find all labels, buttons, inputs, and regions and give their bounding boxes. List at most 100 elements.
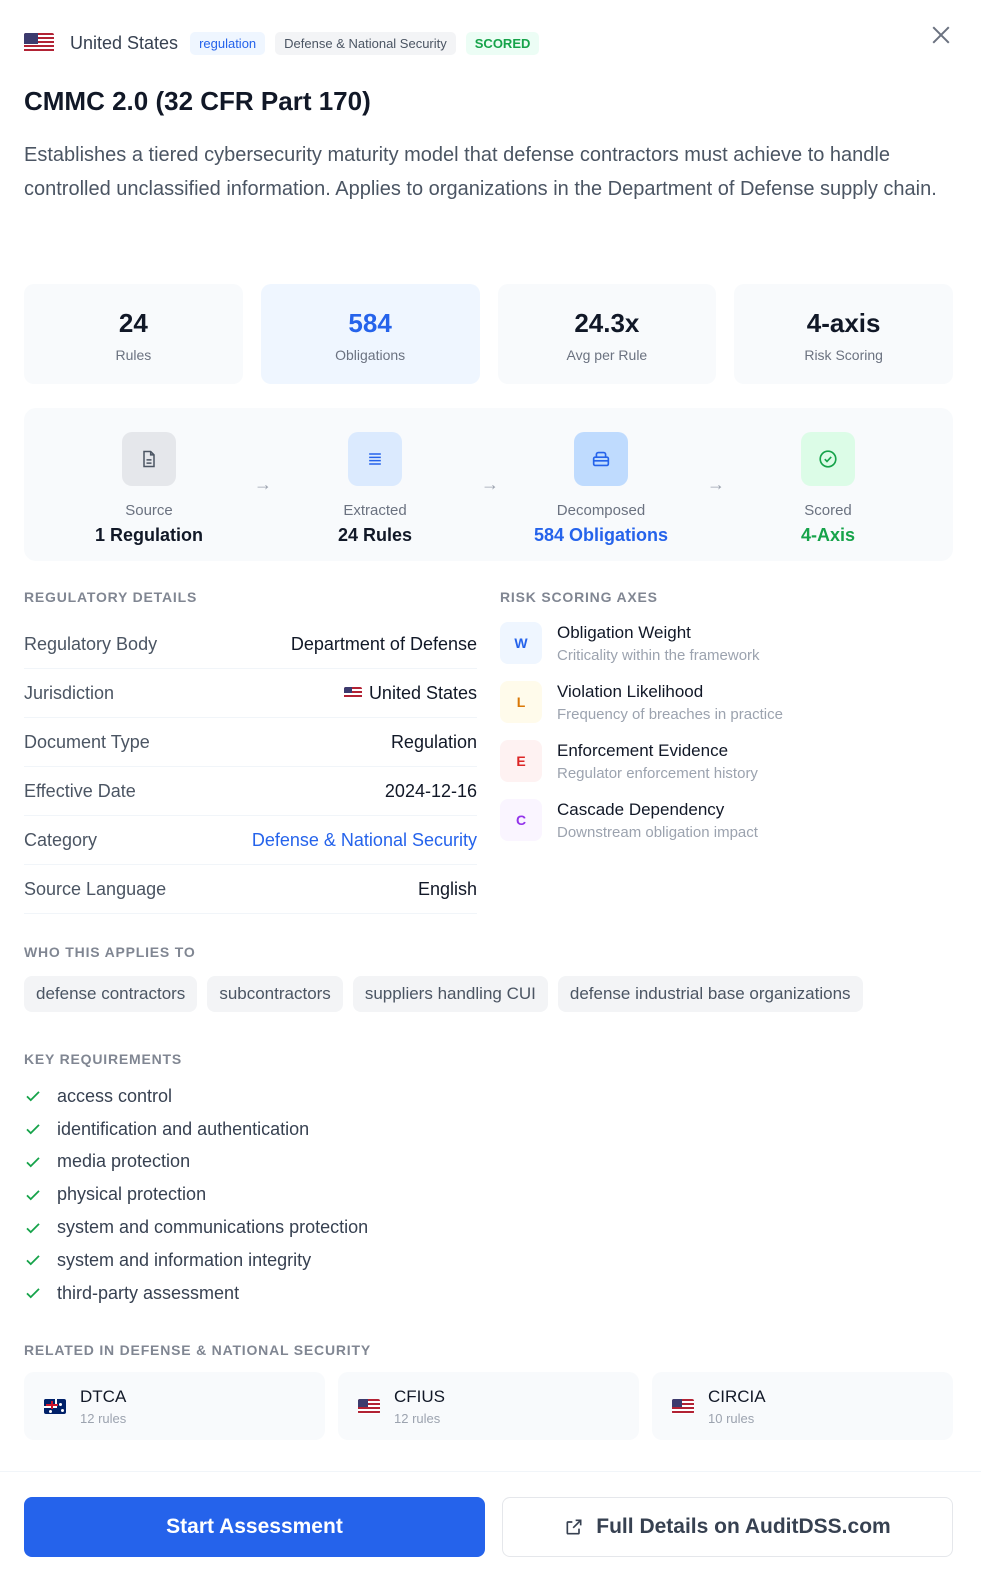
check-circle-icon xyxy=(801,432,855,486)
stats-row: 24 Rules 584 Obligations 24.3x Avg per R… xyxy=(24,284,953,384)
detail-value: 2024-12-16 xyxy=(384,780,477,801)
detail-row: Document Type Regulation xyxy=(24,718,477,767)
related-card-circia[interactable]: CIRCIA 10 rules xyxy=(652,1372,953,1440)
requirement-label: access control xyxy=(57,1085,173,1106)
requirement-label: identification and authentication xyxy=(57,1118,310,1139)
arrow-right-icon: → xyxy=(707,474,725,494)
full-details-button[interactable]: Full Details on AuditDSS.com xyxy=(502,1497,953,1557)
detail-value: Regulation xyxy=(390,731,477,752)
start-assessment-button[interactable]: Start Assessment xyxy=(24,1497,485,1557)
pipeline-step-decomposed: Decomposed 584 Obligations xyxy=(501,432,701,546)
applies-heading: WHO THIS APPLIES TO xyxy=(24,944,196,960)
stat-value: 4-axis xyxy=(806,308,881,338)
list-item: access control xyxy=(24,1080,368,1113)
requirement-label: system and communications protection xyxy=(57,1217,369,1238)
list-item: third-party assessment xyxy=(24,1277,368,1310)
step-value: 584 Obligations xyxy=(533,525,669,545)
stat-card-rules: 24 Rules xyxy=(24,284,243,384)
step-label: Extracted xyxy=(343,502,407,519)
step-label: Decomposed xyxy=(556,502,646,519)
related-list: DTCA 12 rules CFIUS 12 rules CIRCIA 10 r… xyxy=(24,1372,953,1440)
detail-value: United States xyxy=(368,682,477,703)
layers-icon xyxy=(574,432,628,486)
us-flag-icon xyxy=(358,1398,380,1414)
step-label: Scored xyxy=(804,502,852,519)
detail-key: Source Language xyxy=(24,878,167,899)
related-card-cfius[interactable]: CFIUS 12 rules xyxy=(338,1372,639,1440)
axis-badge: L xyxy=(500,681,542,723)
related-card-dtca[interactable]: DTCA 12 rules xyxy=(24,1372,325,1440)
type-tag: regulation xyxy=(190,31,266,55)
risk-axes-list: W Obligation Weight Criticality within t… xyxy=(500,622,940,858)
list-item: media protection xyxy=(24,1146,368,1179)
step-label: Source xyxy=(125,502,173,519)
axis-desc: Frequency of breaches in practice xyxy=(557,706,783,723)
detail-value: English xyxy=(417,878,477,899)
close-icon[interactable] xyxy=(928,22,954,48)
header-bar: United States regulation Defense & Natio… xyxy=(24,28,549,58)
list-item: physical protection xyxy=(24,1178,368,1211)
detail-row: Category Defense & National Security xyxy=(24,816,477,865)
check-icon xyxy=(26,1222,40,1233)
pipeline-step-extracted: Extracted 24 Rules xyxy=(275,432,475,546)
us-flag-icon xyxy=(343,687,362,699)
stat-label: Avg per Rule xyxy=(566,347,648,363)
category-link[interactable]: Defense & National Security xyxy=(252,830,477,851)
category-tag: Defense & National Security xyxy=(275,31,456,55)
stat-value: 584 xyxy=(348,308,392,338)
detail-key: Document Type xyxy=(24,731,150,752)
stat-label: Risk Scoring xyxy=(804,347,883,363)
pipeline-step-source: Source 1 Regulation xyxy=(49,432,249,546)
list-item: identification and authentication xyxy=(24,1113,368,1146)
detail-row: Jurisdiction United States xyxy=(24,669,477,718)
axis-name: Violation Likelihood xyxy=(557,682,704,701)
requirement-label: third-party assessment xyxy=(57,1282,240,1303)
detail-row: Effective Date 2024-12-16 xyxy=(24,767,477,816)
stat-card-risk: 4-axis Risk Scoring xyxy=(734,284,953,384)
check-icon xyxy=(26,1190,40,1201)
detail-key: Regulatory Body xyxy=(24,633,158,654)
related-rules: 10 rules xyxy=(708,1410,755,1426)
requirements-list: access control identification and authen… xyxy=(24,1080,368,1310)
full-details-label: Full Details on AuditDSS.com xyxy=(596,1515,891,1538)
details-heading: REGULATORY DETAILS xyxy=(24,589,198,605)
audience-chip: subcontractors xyxy=(207,976,343,1012)
stat-label: Obligations xyxy=(335,347,406,363)
stat-value: 24.3x xyxy=(574,308,640,338)
applies-chips: defense contractors subcontractors suppl… xyxy=(24,976,863,1012)
axis-name: Obligation Weight xyxy=(557,623,691,642)
related-heading: RELATED IN DEFENSE & NATIONAL SECURITY xyxy=(24,1342,371,1358)
related-name: DTCA xyxy=(80,1386,127,1406)
stat-value: 24 xyxy=(118,308,148,338)
requirement-label: system and information integrity xyxy=(57,1249,312,1270)
processing-pipeline: Source 1 Regulation → Extracted 24 Rules… xyxy=(24,408,953,561)
axis-item: L Violation Likelihood Frequency of brea… xyxy=(500,681,940,740)
detail-row: Source Language English xyxy=(24,865,477,914)
detail-value: Department of Defense xyxy=(290,633,477,654)
arrow-right-icon: → xyxy=(254,474,272,494)
pipeline-step-scored: Scored 4-Axis xyxy=(728,432,928,546)
arrow-right-icon: → xyxy=(481,474,499,494)
requirement-label: media protection xyxy=(57,1151,191,1172)
step-value: 24 Rules xyxy=(337,525,413,545)
document-icon xyxy=(122,432,176,486)
axis-name: Enforcement Evidence xyxy=(557,741,729,760)
axis-desc: Downstream obligation impact xyxy=(557,824,758,841)
check-icon xyxy=(26,1288,40,1299)
related-rules: 12 rules xyxy=(394,1410,441,1426)
check-icon xyxy=(26,1091,40,1102)
check-icon xyxy=(26,1157,40,1168)
details-table: Regulatory Body Department of Defense Ju… xyxy=(24,620,477,914)
related-rules: 12 rules xyxy=(80,1410,127,1426)
detail-key: Effective Date xyxy=(24,780,136,801)
axis-name: Cascade Dependency xyxy=(557,800,725,819)
axis-item: W Obligation Weight Criticality within t… xyxy=(500,622,940,681)
related-name: CFIUS xyxy=(394,1386,445,1406)
detail-value-wrap: United States xyxy=(343,682,477,704)
axes-heading: RISK SCORING AXES xyxy=(500,589,658,605)
requirement-label: physical protection xyxy=(57,1184,207,1205)
list-item: system and communications protection xyxy=(24,1211,368,1244)
stat-card-obligations: 584 Obligations xyxy=(260,284,480,384)
country-label: United States xyxy=(70,32,179,53)
au-flag-icon xyxy=(44,1398,66,1414)
